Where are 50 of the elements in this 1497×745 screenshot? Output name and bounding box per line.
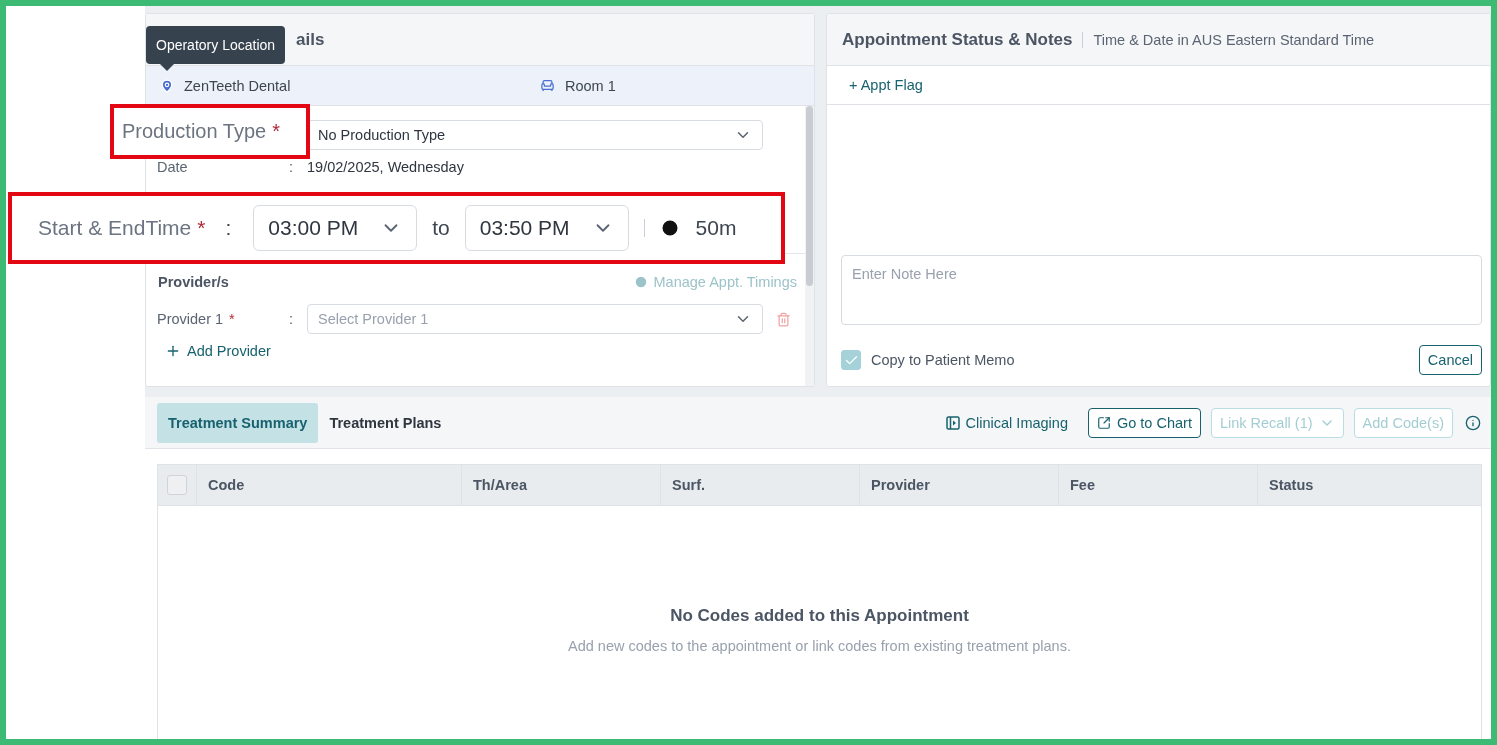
panel-title: Appointment Status & Notes xyxy=(842,29,1073,50)
plus-icon xyxy=(165,343,181,359)
tab[interactable]: Treatment Plans xyxy=(318,402,453,443)
note-field[interactable]: Enter Note Here xyxy=(841,255,1482,325)
tooltip-arrow xyxy=(160,64,174,72)
timezone-text: Time & Date in AUS Eastern Standard Time xyxy=(1082,31,1375,48)
to-label: to xyxy=(432,216,450,240)
location-text: ZenTeeth Dental xyxy=(160,77,540,94)
room-text: Room 1 xyxy=(540,77,814,94)
column-header: Code xyxy=(196,465,461,505)
separator: : xyxy=(289,311,295,327)
tab[interactable]: Treatment Summary xyxy=(157,402,319,443)
required-mark: * xyxy=(197,216,206,239)
providers-title: Provider/s xyxy=(158,274,229,290)
column-header: Status xyxy=(1257,465,1481,505)
date-value: 19/02/2025, Wednesday xyxy=(307,159,465,175)
callout-label-text: Production Type * xyxy=(122,120,280,143)
add-provider-button[interactable]: Add Provider xyxy=(157,343,271,359)
appt-flag-button[interactable]: + Appt Flag xyxy=(849,77,923,93)
empty-title: No Codes added to this Appointment xyxy=(670,606,969,626)
checkbox[interactable] xyxy=(841,350,861,370)
separator: : xyxy=(225,216,232,240)
cancel-button[interactable]: Cancel xyxy=(1418,345,1482,375)
external-link-icon xyxy=(1096,415,1111,430)
column-header: Provider xyxy=(859,465,1058,505)
start-time-select[interactable]: 03:00 PM xyxy=(253,205,418,251)
column-header: Fee xyxy=(1058,465,1257,505)
trash-icon[interactable] xyxy=(776,311,791,327)
copy-memo-label[interactable]: Copy to Patient Memo xyxy=(841,350,1015,370)
callout-label-text: Start & EndTime * xyxy=(38,216,206,240)
action-button[interactable]: Go to Chart xyxy=(1087,407,1201,438)
required-mark: * xyxy=(272,120,280,142)
info-icon[interactable] xyxy=(1465,414,1481,431)
clinical-imaging-link[interactable]: Clinical Imaging xyxy=(945,414,1068,431)
chair-icon xyxy=(540,78,555,93)
column-header: Th/Area xyxy=(461,465,660,505)
separator: : xyxy=(289,159,295,175)
date-label: Date xyxy=(157,159,189,175)
map-pin-icon xyxy=(160,78,174,93)
column-header: Surf. xyxy=(660,465,859,505)
scrollbar[interactable] xyxy=(805,106,814,386)
empty-text: Add new codes to the appointment or link codes from existing treatment plans. xyxy=(568,638,1071,654)
end-time-select[interactable]: 03:50 PM xyxy=(464,205,629,251)
tooltip: Operatory Location xyxy=(146,26,286,64)
provider-label: Provider 1 * xyxy=(157,311,236,327)
panel-title: ails xyxy=(296,29,325,50)
duration: 50m xyxy=(695,216,737,240)
required-mark: * xyxy=(229,311,235,327)
imaging-icon xyxy=(945,415,960,430)
select-all-checkbox[interactable] xyxy=(167,475,187,495)
